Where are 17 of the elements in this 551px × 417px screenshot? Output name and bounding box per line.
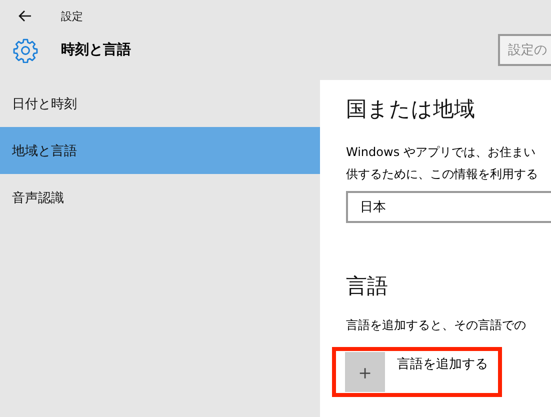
window-title: 設定 xyxy=(61,8,83,24)
page-title: 時刻と言語 xyxy=(61,41,132,59)
sidebar-item[interactable]: 音声認識 xyxy=(0,174,320,221)
description-line: Windows やアプリでは、お住まい xyxy=(346,144,536,161)
add-language-label: 言語を追加する xyxy=(397,356,488,373)
add-language-button[interactable]: ＋ 言語を追加する xyxy=(345,352,488,392)
sidebar-item[interactable]: 地域と言語 xyxy=(0,127,320,174)
search-field[interactable]: 設定の xyxy=(498,34,551,66)
country-dropdown[interactable]: 日本 xyxy=(346,191,551,223)
settings-icon xyxy=(13,38,38,62)
section-heading: 言語 xyxy=(346,273,389,300)
section-heading: 国または地域 xyxy=(346,96,476,123)
back-arrow-icon xyxy=(18,10,32,22)
sidebar-item[interactable]: 日付と時刻 xyxy=(0,80,320,127)
description-line: 供するために、この情報を利用する xyxy=(346,166,539,183)
description-text: 言語を追加すると、その言語での xyxy=(346,317,527,334)
plus-icon: ＋ xyxy=(345,352,385,392)
